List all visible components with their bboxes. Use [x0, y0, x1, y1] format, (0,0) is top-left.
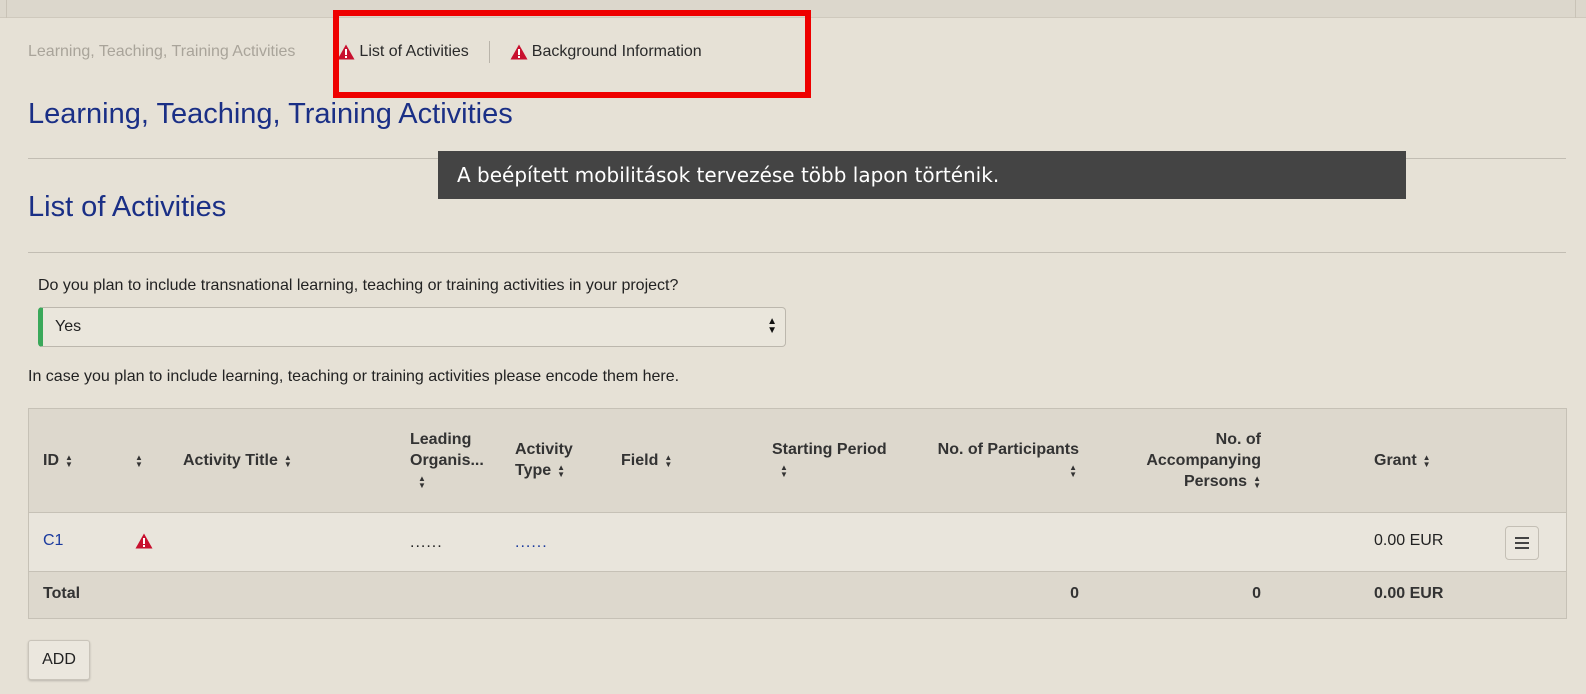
- column-header-participants[interactable]: No. of Participants ▲ ▼: [909, 439, 1079, 481]
- sort-icon: ▲ ▼: [1069, 462, 1077, 479]
- hamburger-menu-icon: [1515, 537, 1529, 549]
- column-header-leading-organisation[interactable]: Leading Organis... ▲ ▼: [410, 429, 484, 492]
- column-header-starting-period[interactable]: Starting Period ▲ ▼: [772, 439, 887, 481]
- leading-organisation-value: ......: [410, 534, 443, 551]
- column-header-id[interactable]: ID ▲ ▼: [43, 450, 73, 471]
- activities-table: ID ▲ ▼ ▲ ▼ Activity Title ▲ ▼ Leading Organis…: [28, 408, 1567, 619]
- sort-icon: ▲ ▼: [283, 452, 292, 469]
- sort-icon: ▲ ▼: [664, 452, 673, 469]
- select-arrows-icon: ▲ ▼: [767, 316, 777, 336]
- question-label: Do you plan to include transnational lea…: [38, 277, 679, 294]
- table-header: ID ▲ ▼ ▲ ▼ Activity Title ▲ ▼ Leading Organis…: [29, 409, 1566, 513]
- table-row: C1 ...... ...... 0.00 EUR: [29, 513, 1566, 572]
- sort-icon: ▲ ▼: [418, 473, 426, 490]
- total-label: Total: [43, 585, 81, 602]
- sort-icon: ▲ ▼: [135, 452, 143, 469]
- grant-value: 0.00 EUR: [1374, 532, 1444, 549]
- column-header-activity-title[interactable]: Activity Title ▲ ▼: [183, 450, 292, 471]
- instruction-text: In case you plan to include learning, te…: [28, 368, 680, 385]
- column-header-activity-type[interactable]: Activity Type ▲ ▼: [515, 439, 573, 481]
- total-participants: 0: [1070, 585, 1079, 602]
- tooltip: A beépített mobilitások tervezése több l…: [438, 151, 1406, 199]
- column-header-status[interactable]: ▲ ▼: [135, 450, 143, 471]
- sort-icon: ▲ ▼: [557, 462, 566, 479]
- row-menu-button[interactable]: [1505, 526, 1539, 560]
- sort-icon: ▲ ▼: [65, 452, 73, 469]
- divider: [28, 252, 1566, 253]
- sort-icon: ▲ ▼: [1253, 473, 1261, 490]
- include-activities-select[interactable]: Yes ▲ ▼: [38, 307, 786, 347]
- warning-icon: [135, 533, 153, 549]
- sort-icon: ▲ ▼: [780, 462, 788, 479]
- column-header-field[interactable]: Field ▲ ▼: [621, 450, 672, 471]
- highlight-box: [333, 10, 811, 98]
- sort-icon: ▲ ▼: [1422, 452, 1431, 469]
- section-title: List of Activities: [28, 191, 227, 223]
- total-grant: 0.00 EUR: [1374, 585, 1444, 602]
- column-header-grant[interactable]: Grant ▲ ▼: [1374, 450, 1431, 471]
- add-button[interactable]: ADD: [28, 640, 90, 680]
- activity-type-value[interactable]: ......: [515, 534, 548, 552]
- activity-id-link[interactable]: C1: [43, 532, 63, 550]
- table-total-row: Total 0 0 0.00 EUR: [29, 572, 1566, 618]
- page-title: Learning, Teaching, Training Activities: [28, 98, 513, 130]
- select-value: Yes: [55, 318, 82, 335]
- column-header-accompanying-persons[interactable]: No. of Accompanying Persons ▲ ▼: [1109, 429, 1261, 492]
- breadcrumb-current: Learning, Teaching, Training Activities: [28, 43, 296, 60]
- total-accompanying: 0: [1252, 585, 1261, 602]
